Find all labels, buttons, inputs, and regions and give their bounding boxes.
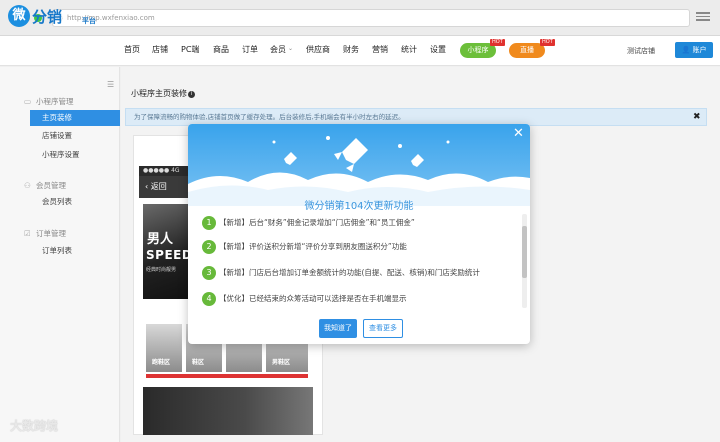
update-list[interactable]: 1 【新增】后台“财务”佣金记录增加“门店佣金”和“员工佣金” 2 【新增】评价…	[202, 216, 520, 306]
got-it-button[interactable]: 我知道了	[319, 319, 357, 338]
nav-pc[interactable]: PC端	[181, 44, 199, 55]
user-icon: 👤	[681, 46, 691, 54]
nav-settings[interactable]: 设置	[430, 44, 446, 55]
view-more-button[interactable]: 查看更多	[363, 319, 403, 338]
checklist-icon: ☑	[24, 229, 31, 238]
hot-badge-live: HOT	[540, 39, 555, 46]
nav-home[interactable]: 首页	[124, 44, 140, 55]
sidebar-item-member-list[interactable]: 会员列表	[30, 194, 120, 210]
nav-orders[interactable]: 订单	[242, 44, 258, 55]
nav-members[interactable]: 会员	[270, 44, 286, 55]
watermark: 大数跨境	[10, 419, 59, 433]
sidebar-group-mini-program[interactable]: ▭ 小程序管理	[24, 96, 74, 107]
phone-promo-banner[interactable]	[143, 387, 313, 435]
back-label[interactable]: 返回	[151, 182, 167, 191]
monitor-icon: ▭	[24, 97, 32, 106]
sidebar-group-orders[interactable]: ☑ 订单管理	[24, 228, 66, 239]
logo-name: 分销	[32, 8, 63, 26]
sidebar-item-home-decoration[interactable]: 主页装修	[30, 110, 120, 126]
back-arrow-icon[interactable]: ‹	[145, 182, 148, 191]
product-tile[interactable]: 跑鞋区	[146, 324, 182, 372]
tile-divider	[146, 374, 308, 378]
nav-stats[interactable]: 统计	[401, 44, 417, 55]
nav-suppliers[interactable]: 供应商	[306, 44, 330, 55]
users-icon: ⚇	[24, 181, 31, 190]
hot-badge: HOT	[490, 39, 505, 46]
logo-sub: 平台	[82, 17, 96, 25]
nav-marketing[interactable]: 营销	[372, 44, 388, 55]
top-navigation	[0, 36, 720, 66]
logo-mark: 微	[8, 5, 30, 27]
chevron-down-icon: ⌄	[288, 45, 294, 52]
sidebar-item-store-settings[interactable]: 店铺设置	[30, 128, 120, 144]
current-store[interactable]: 测试店铺	[627, 46, 655, 56]
modal-scroll-thumb[interactable]	[522, 226, 527, 278]
nav-store[interactable]: 店铺	[152, 44, 168, 55]
account-button[interactable]: 👤 账户	[675, 42, 713, 58]
close-icon[interactable]: ✕	[513, 126, 524, 141]
sidebar-group-members[interactable]: ⚇ 会员管理	[24, 180, 66, 191]
page-title: 小程序主页装修 i	[131, 88, 195, 99]
sidebar-item-mini-program-settings[interactable]: 小程序设置	[30, 147, 120, 163]
nav-finance[interactable]: 财务	[343, 44, 359, 55]
account-label: 账户	[692, 46, 707, 54]
close-notice-icon[interactable]: ✖	[693, 112, 701, 122]
modal-title: 微分销第104次更新功能	[304, 201, 414, 212]
sidebar-item-order-list[interactable]: 订单列表	[30, 243, 120, 259]
address-bar[interactable]: ◌ http://mp.wxfenxiao.com	[52, 9, 690, 27]
phone-banner-image[interactable]: 男人 SPEED 经典时尚靓男	[143, 204, 193, 299]
brand-logo[interactable]: 微 分销 平台	[8, 4, 118, 28]
rocket-hero-image	[188, 124, 530, 206]
collapse-sidebar-icon[interactable]: ☰	[107, 80, 114, 89]
info-icon[interactable]: i	[188, 91, 195, 98]
browser-menu-icon[interactable]	[696, 10, 710, 24]
nav-goods[interactable]: 商品	[213, 44, 229, 55]
